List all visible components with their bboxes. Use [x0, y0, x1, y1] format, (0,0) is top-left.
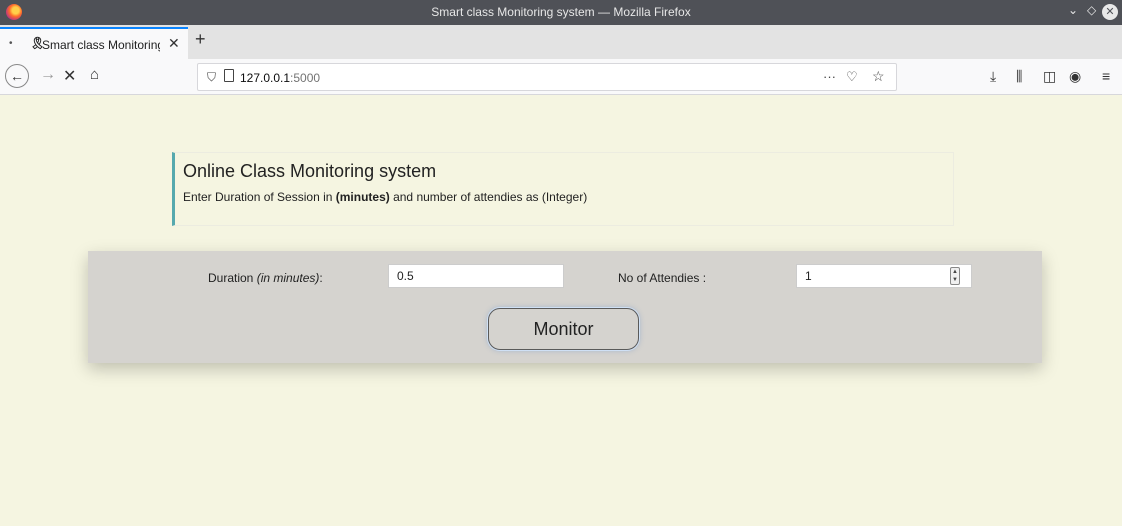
page-content: Online Class Monitoring system Enter Dur… — [0, 96, 1122, 526]
forward-icon[interactable]: → — [40, 66, 56, 84]
page-info-icon[interactable] — [224, 69, 234, 82]
tab-close-icon[interactable]: ✕ — [168, 35, 180, 52]
instructions-bold: (minutes) — [335, 190, 390, 204]
stop-icon[interactable]: ✕ — [63, 66, 76, 86]
pocket-icon[interactable]: ♡ — [846, 69, 858, 85]
window-title: Smart class Monitoring system — Mozilla … — [431, 5, 691, 19]
loading-dot-icon: • — [9, 38, 13, 49]
url-port: :5000 — [290, 71, 321, 85]
tracking-shield-icon[interactable]: ⛉ — [207, 70, 216, 85]
new-tab-icon[interactable]: + — [195, 29, 206, 50]
duration-label-colon: : — [319, 271, 323, 285]
close-window-icon[interactable]: ✕ — [1102, 4, 1118, 20]
downloads-icon[interactable]: ⤓ — [990, 68, 996, 85]
back-icon[interactable]: ← — [5, 64, 29, 88]
duration-label-unit: (in minutes) — [256, 271, 320, 285]
heading-box: Online Class Monitoring system Enter Dur… — [172, 152, 954, 226]
library-icon[interactable]: ⫼ — [1016, 68, 1022, 85]
monitor-button[interactable]: Monitor — [488, 308, 639, 350]
url-text[interactable]: 127.0.0.1:5000 — [240, 71, 320, 85]
bookmark-star-icon[interactable]: ☆ — [872, 68, 885, 85]
sidebar-icon[interactable]: ◫ — [1043, 68, 1056, 85]
window-titlebar: Smart class Monitoring system — Mozilla … — [0, 0, 1122, 25]
maximize-icon[interactable]: ◇ — [1087, 3, 1096, 17]
url-bar[interactable]: ⛉ 127.0.0.1:5000 ··· ♡ ☆ — [197, 63, 897, 91]
page-instructions: Enter Duration of Session in (minutes) a… — [183, 190, 587, 204]
duration-label: Duration (in minutes): — [208, 271, 323, 285]
tab-title: Smart class Monitoring — [42, 38, 160, 52]
url-host: 127.0.0.1 — [240, 71, 291, 85]
navigation-bar: ← → ✕ ⌂ ⛉ 127.0.0.1:5000 ··· ♡ ☆ ⤓ ⫼ ◫ ◉… — [0, 59, 1122, 95]
monitor-form: Duration (in minutes): No of Attendies :… — [88, 251, 1042, 363]
attendees-stepper-icon[interactable]: ▲ ▼ — [950, 267, 960, 285]
tab-smart-class[interactable]: • 🎗 Smart class Monitoring ✕ — [0, 27, 188, 59]
instructions-suffix: and number of attendies as (Integer) — [389, 190, 588, 204]
page-title: Online Class Monitoring system — [183, 161, 437, 181]
instructions-prefix: Enter Duration of Session in — [183, 190, 336, 204]
page-actions-icon[interactable]: ··· — [823, 69, 836, 84]
home-icon[interactable]: ⌂ — [90, 66, 99, 83]
attendees-label: No of Attendies : — [618, 271, 707, 285]
account-icon[interactable]: ◉ — [1069, 68, 1081, 85]
menu-icon[interactable]: ≡ — [1102, 68, 1110, 84]
minimize-icon[interactable]: ⌄ — [1068, 3, 1078, 17]
duration-label-text: Duration — [208, 271, 257, 285]
duration-input[interactable] — [388, 264, 564, 288]
tab-strip: • 🎗 Smart class Monitoring ✕ + — [0, 25, 1122, 59]
attendees-input[interactable] — [796, 264, 972, 288]
